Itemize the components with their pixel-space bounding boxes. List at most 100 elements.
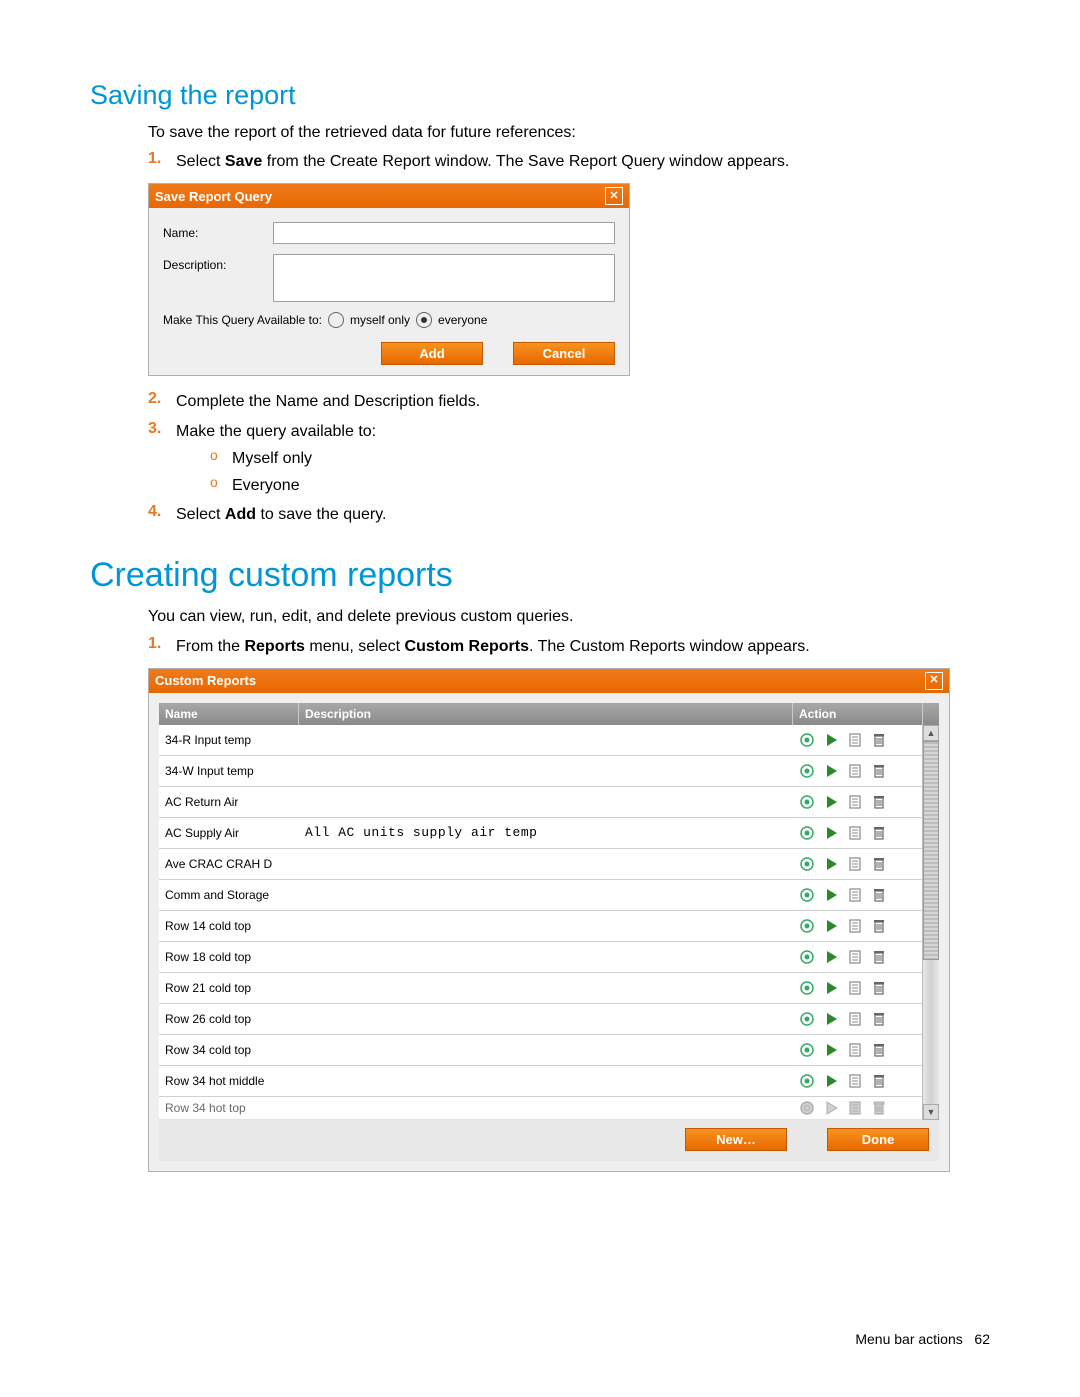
intro-text: You can view, run, edit, and delete prev… — [148, 605, 990, 628]
text: to save the query. — [256, 506, 386, 523]
play-icon[interactable] — [822, 1099, 840, 1117]
delete-icon[interactable] — [870, 793, 888, 811]
delete-icon[interactable] — [870, 1041, 888, 1059]
view-icon[interactable] — [798, 1099, 816, 1117]
view-icon[interactable] — [798, 1010, 816, 1028]
edit-icon[interactable] — [846, 886, 864, 904]
table-body: 34-R Input temp 34-W Input temp — [159, 725, 922, 1120]
cancel-button[interactable]: Cancel — [513, 342, 615, 365]
table-row: Comm and Storage — [159, 880, 922, 911]
name-input[interactable] — [273, 222, 615, 244]
cell-name: Row 34 hot top — [159, 1101, 299, 1115]
step-text: Make the query available to: — [176, 420, 376, 443]
cell-name: Row 34 hot middle — [159, 1074, 299, 1088]
edit-icon[interactable] — [846, 979, 864, 997]
footer-section: Menu bar actions — [855, 1331, 962, 1347]
edit-icon[interactable] — [846, 824, 864, 842]
bold-text: Add — [225, 506, 256, 523]
bullet: o — [210, 447, 232, 470]
play-icon[interactable] — [822, 1041, 840, 1059]
scrollbar[interactable]: ▲ ▼ — [922, 725, 939, 1120]
scroll-up-icon[interactable]: ▲ — [923, 725, 939, 741]
cell-name: AC Supply Air — [159, 826, 299, 840]
close-icon[interactable]: ✕ — [925, 672, 943, 690]
dialog-title-bar: Save Report Query ✕ — [149, 184, 629, 208]
edit-icon[interactable] — [846, 1041, 864, 1059]
play-icon[interactable] — [822, 731, 840, 749]
cell-name: Row 18 cold top — [159, 950, 299, 964]
play-icon[interactable] — [822, 979, 840, 997]
play-icon[interactable] — [822, 824, 840, 842]
close-icon[interactable]: ✕ — [605, 187, 623, 205]
step-number: 4. — [148, 503, 176, 526]
cell-name: Comm and Storage — [159, 888, 299, 902]
delete-icon[interactable] — [870, 731, 888, 749]
delete-icon[interactable] — [870, 824, 888, 842]
view-icon[interactable] — [798, 793, 816, 811]
radio-everyone-label: everyone — [438, 313, 487, 327]
play-icon[interactable] — [822, 1010, 840, 1028]
play-icon[interactable] — [822, 855, 840, 873]
text: from the Create Report window. The Save … — [262, 153, 789, 170]
footer-page-number: 62 — [974, 1331, 990, 1347]
scroll-down-icon[interactable]: ▼ — [923, 1104, 939, 1120]
view-icon[interactable] — [798, 1041, 816, 1059]
delete-icon[interactable] — [870, 979, 888, 997]
edit-icon[interactable] — [846, 731, 864, 749]
radio-everyone[interactable] — [416, 312, 432, 328]
delete-icon[interactable] — [870, 886, 888, 904]
delete-icon[interactable] — [870, 855, 888, 873]
cell-action — [792, 1010, 922, 1028]
bold-text: Save — [225, 153, 262, 170]
cell-name: AC Return Air — [159, 795, 299, 809]
delete-icon[interactable] — [870, 1099, 888, 1117]
text: . The Custom Reports window appears. — [529, 638, 810, 655]
delete-icon[interactable] — [870, 1072, 888, 1090]
view-icon[interactable] — [798, 917, 816, 935]
radio-myself-only[interactable] — [328, 312, 344, 328]
edit-icon[interactable] — [846, 793, 864, 811]
custom-reports-dialog: Custom Reports ✕ Name Description Action… — [148, 668, 950, 1172]
edit-icon[interactable] — [846, 1099, 864, 1117]
delete-icon[interactable] — [870, 948, 888, 966]
view-icon[interactable] — [798, 1072, 816, 1090]
edit-icon[interactable] — [846, 762, 864, 780]
play-icon[interactable] — [822, 793, 840, 811]
play-icon[interactable] — [822, 886, 840, 904]
play-icon[interactable] — [822, 1072, 840, 1090]
table-row: Row 26 cold top — [159, 1004, 922, 1035]
play-icon[interactable] — [822, 762, 840, 780]
delete-icon[interactable] — [870, 917, 888, 935]
cell-action — [792, 793, 922, 811]
view-icon[interactable] — [798, 948, 816, 966]
edit-icon[interactable] — [846, 1072, 864, 1090]
new-button[interactable]: New… — [685, 1128, 787, 1151]
done-button[interactable]: Done — [827, 1128, 929, 1151]
availability-label: Make This Query Available to: — [163, 313, 322, 327]
bold-text: Reports — [244, 638, 304, 655]
description-input[interactable] — [273, 254, 615, 302]
delete-icon[interactable] — [870, 1010, 888, 1028]
delete-icon[interactable] — [870, 762, 888, 780]
bullet: o — [210, 474, 232, 497]
step-text: From the Reports menu, select Custom Rep… — [176, 635, 810, 658]
edit-icon[interactable] — [846, 948, 864, 966]
edit-icon[interactable] — [846, 855, 864, 873]
view-icon[interactable] — [798, 731, 816, 749]
edit-icon[interactable] — [846, 1010, 864, 1028]
play-icon[interactable] — [822, 917, 840, 935]
view-icon[interactable] — [798, 762, 816, 780]
view-icon[interactable] — [798, 979, 816, 997]
view-icon[interactable] — [798, 855, 816, 873]
sub-step-text: Myself only — [232, 447, 312, 470]
step-text: Select Add to save the query. — [176, 503, 386, 526]
play-icon[interactable] — [822, 948, 840, 966]
table-row: Row 34 hot middle — [159, 1066, 922, 1097]
radio-myself-only-label: myself only — [350, 313, 410, 327]
scroll-thumb[interactable] — [923, 741, 939, 961]
edit-icon[interactable] — [846, 917, 864, 935]
cell-action — [792, 1041, 922, 1059]
add-button[interactable]: Add — [381, 342, 483, 365]
view-icon[interactable] — [798, 886, 816, 904]
view-icon[interactable] — [798, 824, 816, 842]
